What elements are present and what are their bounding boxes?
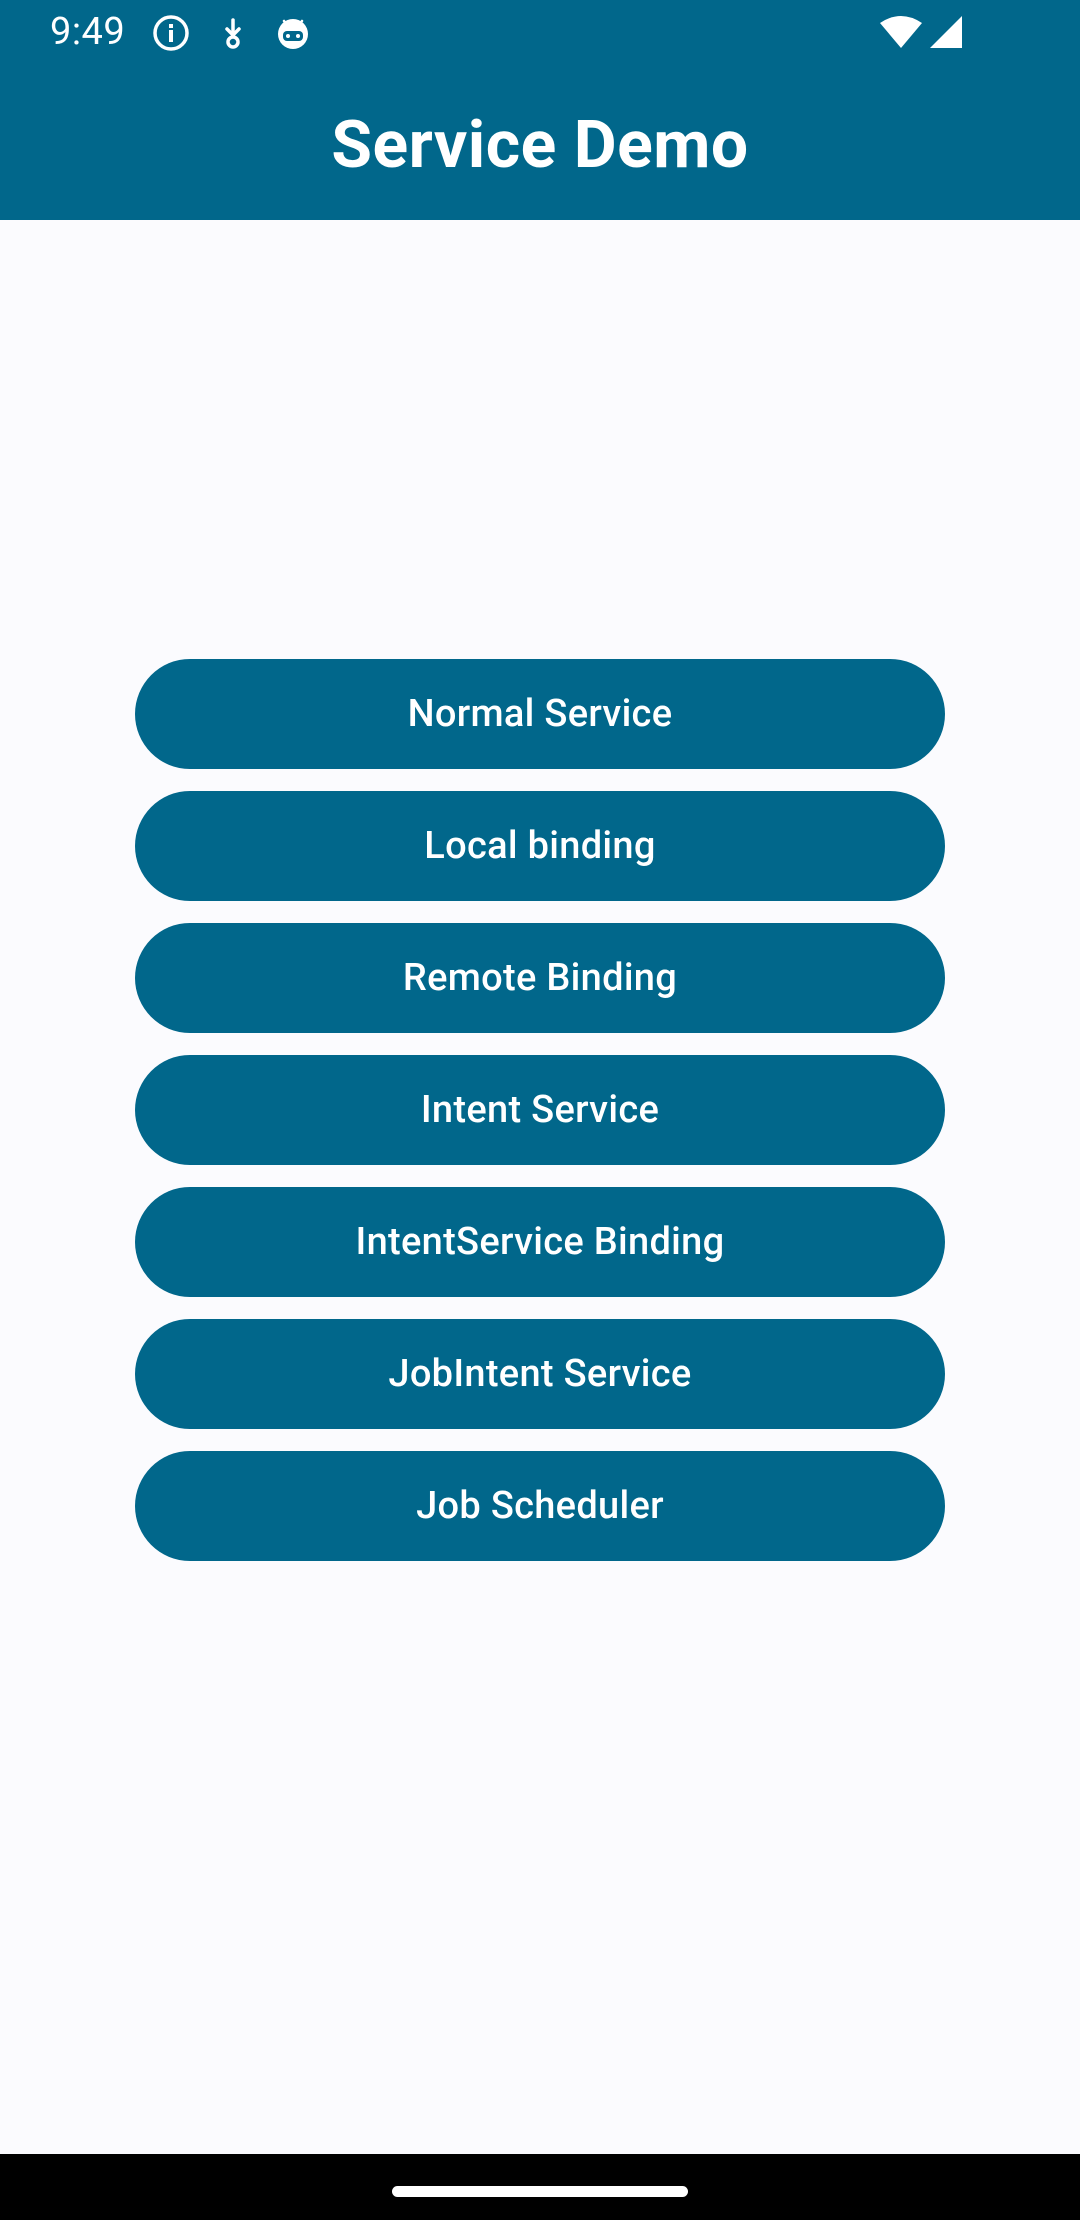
download-icon [214,14,252,52]
navigation-bar [0,2154,1080,2220]
jobintent-service-button[interactable]: JobIntent Service [135,1319,945,1429]
wifi-icon [878,14,924,52]
page-title: Service Demo [331,107,749,184]
android-icon [274,14,312,52]
normal-service-button[interactable]: Normal Service [135,659,945,769]
home-handle[interactable] [392,2186,688,2197]
status-bar: 9:49 [0,0,1080,64]
local-binding-button[interactable]: Local binding [135,791,945,901]
job-scheduler-button[interactable]: Job Scheduler [135,1451,945,1561]
cell-signal-icon [928,14,964,52]
intentservice-binding-button[interactable]: IntentService Binding [135,1187,945,1297]
status-time: 9:49 [50,10,126,54]
info-icon [152,14,190,52]
remote-binding-button[interactable]: Remote Binding [135,923,945,1033]
intent-service-button[interactable]: Intent Service [135,1055,945,1165]
app-header: 9:49 Service Demo [0,0,1080,220]
